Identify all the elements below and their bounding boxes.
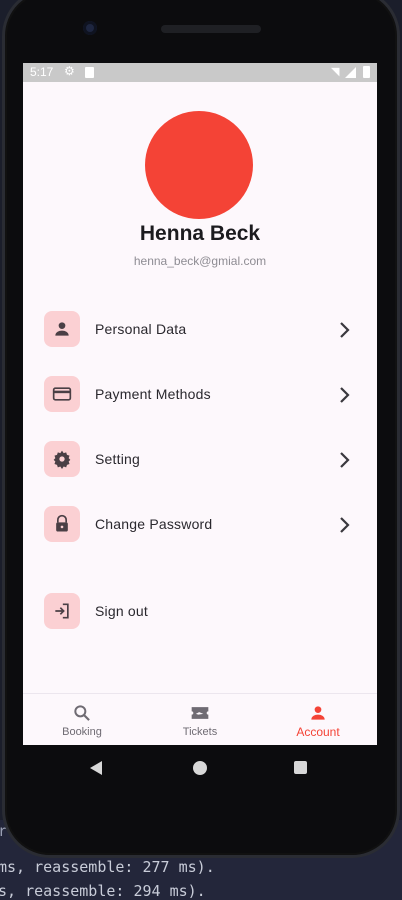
- menu-item-label: Payment Methods: [95, 386, 211, 402]
- avatar[interactable]: [145, 111, 253, 219]
- menu-item-label: Personal Data: [95, 321, 187, 337]
- lock-icon: [44, 506, 80, 542]
- signal-icon: [345, 67, 356, 78]
- back-icon[interactable]: [90, 761, 102, 775]
- menu-item-personal-data[interactable]: Personal Data: [44, 311, 356, 349]
- recent-apps-icon[interactable]: [294, 761, 307, 774]
- menu-item-change-password[interactable]: Change Password: [44, 506, 356, 544]
- nav-label: Booking: [62, 726, 102, 738]
- battery-icon: [363, 66, 370, 78]
- nav-label: Tickets: [182, 726, 218, 738]
- profile-email: henna_beck@gmial.com: [133, 254, 267, 268]
- credit-card-icon: [44, 376, 80, 412]
- chevron-right-icon: [340, 322, 350, 338]
- home-icon[interactable]: [193, 761, 207, 775]
- menu-item-setting[interactable]: Setting: [44, 441, 356, 479]
- person-icon: [311, 706, 325, 720]
- chevron-right-icon: [340, 517, 350, 533]
- app-screen: 5:17 ⚙ ◥ Henna Beck henna_beck@gmial.com…: [23, 63, 377, 745]
- nav-label: Account: [296, 725, 340, 739]
- sign-out-button[interactable]: Sign out: [44, 593, 356, 631]
- chevron-right-icon: [340, 452, 350, 468]
- ticket-icon: [191, 707, 209, 719]
- gear-icon: ⚙: [64, 64, 75, 78]
- nav-item-tickets[interactable]: Tickets: [141, 694, 259, 745]
- wifi-icon: ◥: [331, 66, 340, 78]
- sign-out-label: Sign out: [95, 603, 148, 619]
- status-time: 5:17: [30, 65, 54, 79]
- menu-item-label: Change Password: [95, 516, 213, 532]
- terminal-line: s, reassemble: 294 ms).: [0, 882, 206, 900]
- person-icon: [44, 311, 80, 347]
- earpiece-speaker: [161, 25, 261, 33]
- search-icon: [74, 705, 90, 721]
- sd-card-icon: [85, 67, 94, 78]
- nav-item-booking[interactable]: Booking: [23, 694, 141, 745]
- profile-name: Henna Beck: [139, 222, 261, 245]
- logout-icon: [44, 593, 80, 629]
- terminal-line: ms, reassemble: 277 ms).: [0, 858, 215, 876]
- bottom-navigation: Booking Tickets Account: [23, 693, 377, 745]
- status-bar: 5:17 ⚙ ◥: [23, 63, 377, 82]
- menu-item-payment-methods[interactable]: Payment Methods: [44, 376, 356, 414]
- nav-item-account[interactable]: Account: [259, 694, 377, 745]
- menu-item-label: Setting: [95, 451, 140, 467]
- gear-icon: [44, 441, 80, 477]
- system-navigation-bar: [23, 745, 377, 791]
- chevron-right-icon: [340, 387, 350, 403]
- front-camera: [83, 21, 97, 35]
